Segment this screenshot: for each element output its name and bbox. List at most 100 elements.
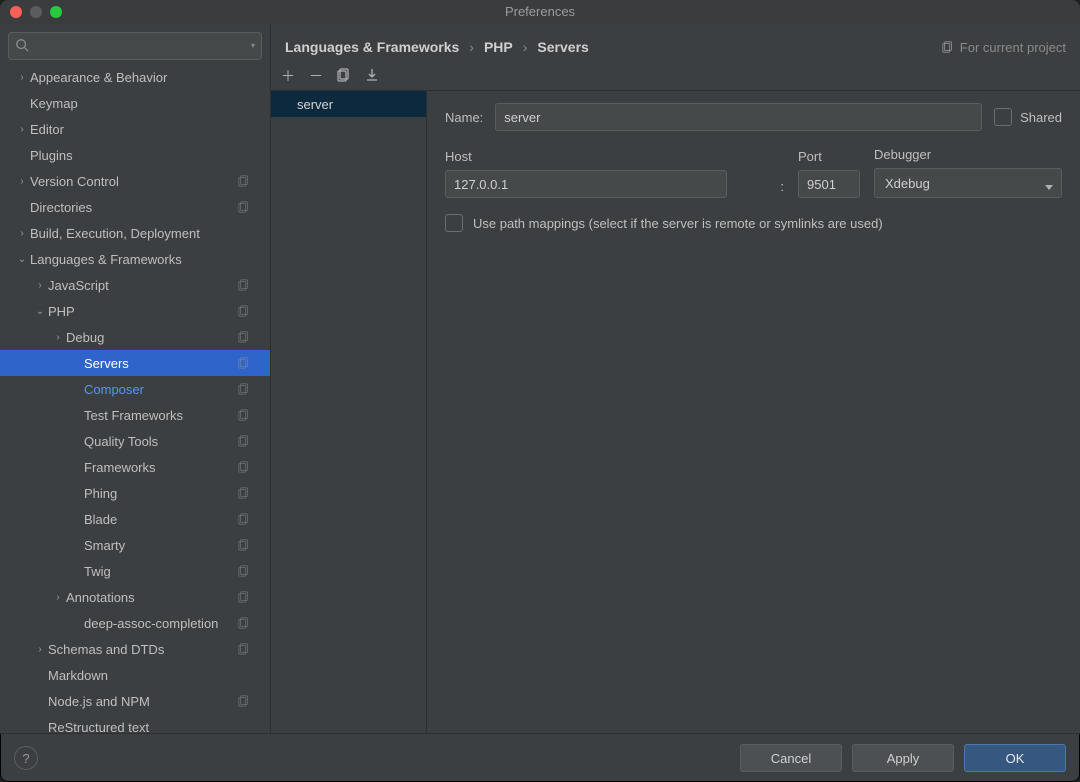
port-input[interactable] bbox=[798, 170, 860, 198]
tree-label: deep-assoc-completion bbox=[84, 616, 238, 631]
tree-item[interactable]: Servers bbox=[0, 350, 270, 376]
import-icon[interactable] bbox=[365, 68, 379, 85]
shared-checkbox[interactable]: Shared bbox=[994, 108, 1062, 126]
tree-label: Test Frameworks bbox=[84, 408, 238, 423]
tree-item[interactable]: ›Annotations bbox=[0, 584, 270, 610]
debugger-label: Debugger bbox=[874, 147, 1062, 162]
maximize-icon[interactable] bbox=[50, 6, 62, 18]
checkbox-icon[interactable] bbox=[445, 214, 463, 232]
tree-label: Smarty bbox=[84, 538, 238, 553]
tree-label: Phing bbox=[84, 486, 238, 501]
name-label: Name: bbox=[445, 110, 483, 125]
tree-item[interactable]: deep-assoc-completion bbox=[0, 610, 270, 636]
tree-item[interactable]: Twig bbox=[0, 558, 270, 584]
tree-arrow-icon: ⌄ bbox=[14, 254, 30, 265]
tree-label: PHP bbox=[48, 304, 238, 319]
copy-icon[interactable] bbox=[337, 68, 351, 85]
window-title: Preferences bbox=[0, 0, 1080, 24]
tree-label: Twig bbox=[84, 564, 238, 579]
dialog-footer: ? Cancel Apply OK bbox=[0, 733, 1080, 782]
tree-label: JavaScript bbox=[48, 278, 238, 293]
tree-item[interactable]: ⌄PHP bbox=[0, 298, 270, 324]
tree-item[interactable]: Blade bbox=[0, 506, 270, 532]
tree-item[interactable]: ›Build, Execution, Deployment bbox=[0, 220, 270, 246]
port-label: Port bbox=[798, 149, 860, 164]
checkbox-icon[interactable] bbox=[994, 108, 1012, 126]
tree-item[interactable]: ReStructured text bbox=[0, 714, 270, 733]
tree-label: Directories bbox=[30, 200, 238, 215]
tree-arrow-icon: › bbox=[50, 592, 66, 603]
tree-label: Version Control bbox=[30, 174, 238, 189]
tree-item[interactable]: Test Frameworks bbox=[0, 402, 270, 428]
tree-item[interactable]: Phing bbox=[0, 480, 270, 506]
help-button[interactable]: ? bbox=[14, 746, 38, 770]
settings-tree[interactable]: ›Appearance & BehaviorKeymap›EditorPlugi… bbox=[0, 64, 270, 733]
tree-label: Languages & Frameworks bbox=[30, 252, 236, 267]
project-scope-note: For current project bbox=[942, 40, 1066, 55]
tree-item[interactable]: Composer bbox=[0, 376, 270, 402]
window-controls bbox=[10, 6, 62, 18]
tree-arrow-icon: › bbox=[14, 72, 30, 83]
sidebar: ▾ ›Appearance & BehaviorKeymap›EditorPlu… bbox=[0, 24, 271, 733]
apply-button[interactable]: Apply bbox=[852, 744, 954, 772]
tree-label: Plugins bbox=[30, 148, 236, 163]
add-icon[interactable]: ＋ bbox=[281, 66, 295, 86]
host-input[interactable] bbox=[445, 170, 727, 198]
tree-item[interactable]: ›JavaScript bbox=[0, 272, 270, 298]
tree-label: Debug bbox=[66, 330, 238, 345]
tree-item[interactable]: Node.js and NPM bbox=[0, 688, 270, 714]
remove-icon[interactable]: － bbox=[309, 66, 323, 86]
minimize-icon[interactable] bbox=[30, 6, 42, 18]
tree-label: Frameworks bbox=[84, 460, 238, 475]
breadcrumb-part: Servers bbox=[537, 39, 588, 55]
tree-arrow-icon: ⌄ bbox=[32, 306, 48, 317]
tree-label: Annotations bbox=[66, 590, 238, 605]
search-input[interactable]: ▾ bbox=[8, 32, 262, 60]
tree-label: Blade bbox=[84, 512, 238, 527]
tree-label: Quality Tools bbox=[84, 434, 238, 449]
tree-arrow-icon: › bbox=[50, 332, 66, 343]
name-input[interactable] bbox=[495, 103, 982, 131]
tree-item[interactable]: ›Debug bbox=[0, 324, 270, 350]
tree-arrow-icon: › bbox=[14, 228, 30, 239]
tree-label: ReStructured text bbox=[48, 720, 236, 734]
tree-arrow-icon: › bbox=[14, 176, 30, 187]
server-list-item[interactable]: server bbox=[271, 91, 426, 117]
tree-item[interactable]: Directories bbox=[0, 194, 270, 220]
debugger-select[interactable]: Xdebug bbox=[874, 168, 1062, 198]
tree-label: Composer bbox=[84, 382, 238, 397]
chevron-right-icon: › bbox=[523, 39, 528, 55]
search-icon bbox=[15, 38, 29, 52]
tree-label: Markdown bbox=[48, 668, 236, 683]
preferences-window: Preferences ▾ ›Appearance & Behavior Keym… bbox=[0, 0, 1080, 782]
tree-item[interactable]: ›Appearance & Behavior bbox=[0, 64, 270, 90]
copy-icon bbox=[942, 41, 954, 53]
breadcrumb: Languages & Frameworks › PHP › Servers F… bbox=[271, 24, 1080, 62]
tree-label: Node.js and NPM bbox=[48, 694, 238, 709]
tree-arrow-icon: › bbox=[14, 124, 30, 135]
server-toolbar: ＋ － bbox=[271, 62, 1080, 91]
tree-item[interactable]: Plugins bbox=[0, 142, 270, 168]
host-port-separator: : bbox=[780, 179, 784, 198]
tree-item[interactable]: Markdown bbox=[0, 662, 270, 688]
tree-item[interactable]: Keymap bbox=[0, 90, 270, 116]
close-icon[interactable] bbox=[10, 6, 22, 18]
tree-item[interactable]: Smarty bbox=[0, 532, 270, 558]
tree-label: Editor bbox=[30, 122, 236, 137]
tree-item[interactable]: ⌄Languages & Frameworks bbox=[0, 246, 270, 272]
path-mappings-checkbox[interactable]: Use path mappings (select if the server … bbox=[445, 214, 1062, 232]
tree-item[interactable]: Quality Tools bbox=[0, 428, 270, 454]
tree-item[interactable]: ›Schemas and DTDs bbox=[0, 636, 270, 662]
breadcrumb-part[interactable]: Languages & Frameworks bbox=[285, 39, 459, 55]
tree-item[interactable]: ›Version Control bbox=[0, 168, 270, 194]
tree-label: Build, Execution, Deployment bbox=[30, 226, 236, 241]
tree-label: Keymap bbox=[30, 96, 236, 111]
breadcrumb-part[interactable]: PHP bbox=[484, 39, 513, 55]
server-form: Name: Shared Host : bbox=[427, 91, 1080, 733]
ok-button[interactable]: OK bbox=[964, 744, 1066, 772]
chevron-down-icon bbox=[1045, 179, 1053, 194]
tree-item[interactable]: ›Editor bbox=[0, 116, 270, 142]
tree-item[interactable]: Frameworks bbox=[0, 454, 270, 480]
cancel-button[interactable]: Cancel bbox=[740, 744, 842, 772]
tree-label: Schemas and DTDs bbox=[48, 642, 238, 657]
